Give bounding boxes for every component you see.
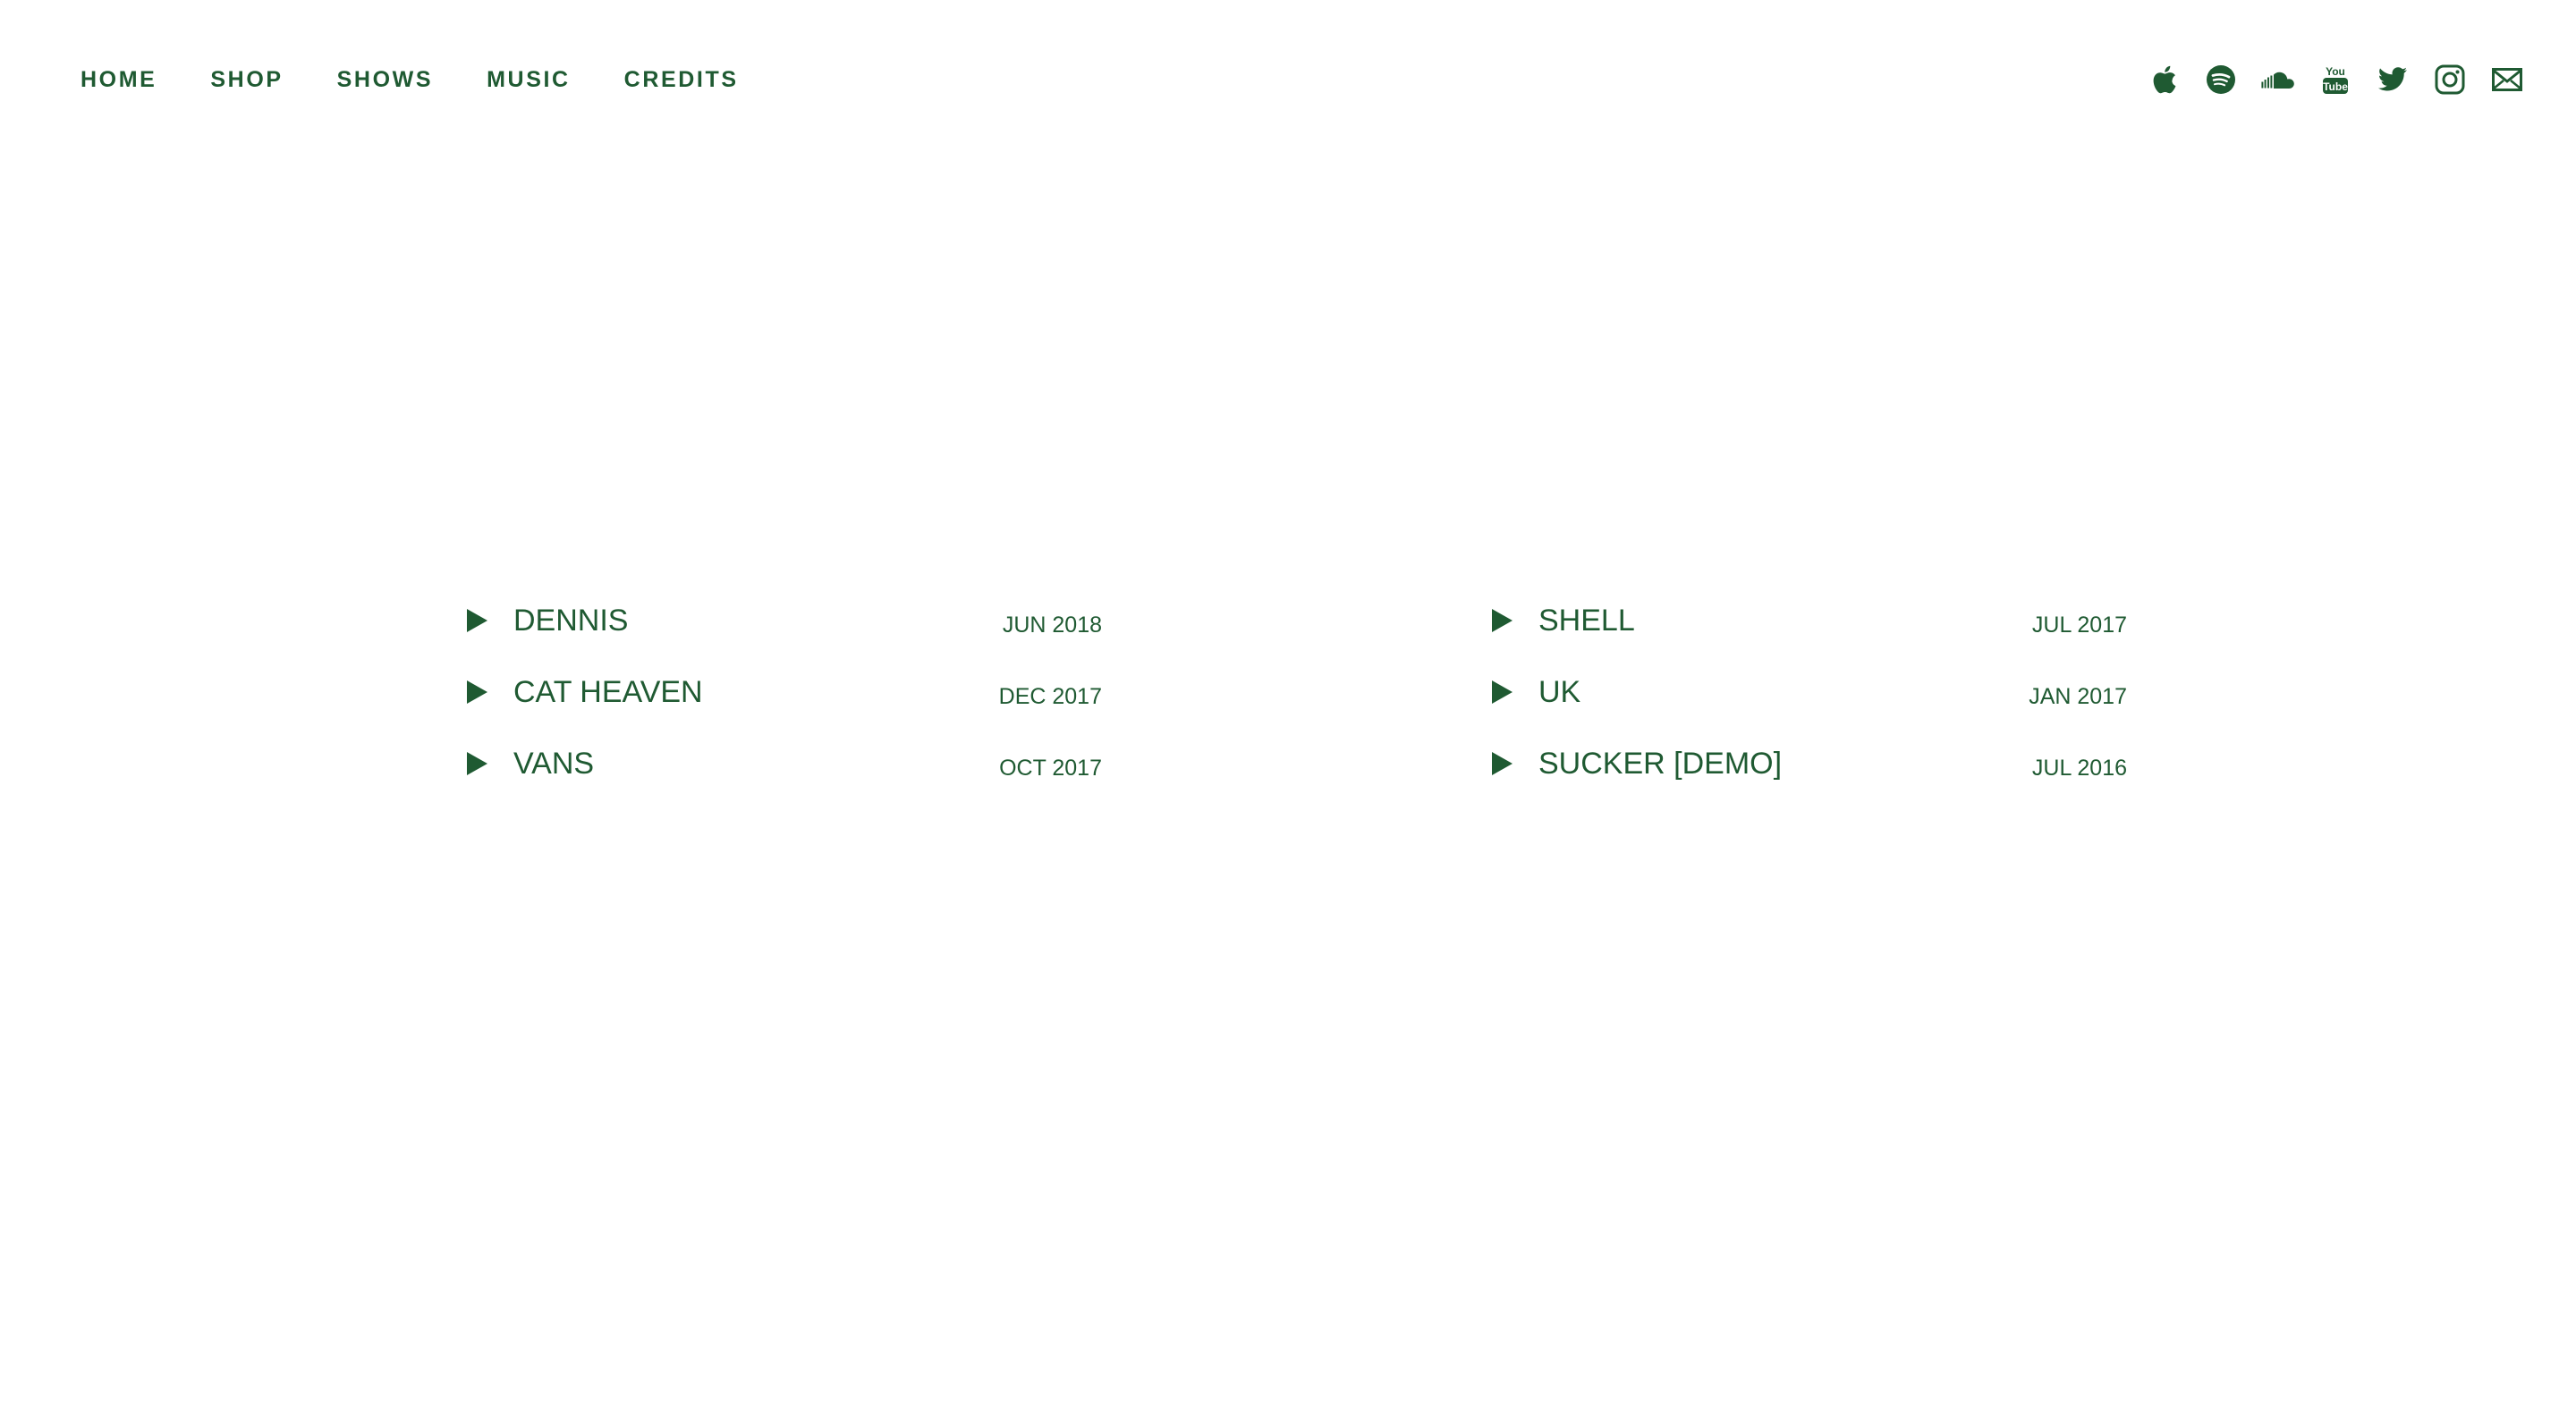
play-icon[interactable] [465,680,488,705]
track-row[interactable]: DENNIS JUN 2018 [465,597,1102,669]
play-icon[interactable] [1490,608,1513,633]
nav-shows-link[interactable]: SHOWS [337,66,433,93]
play-icon[interactable] [465,751,488,776]
track-title[interactable]: VANS [513,746,594,782]
play-icon[interactable] [465,608,488,633]
track-row[interactable]: SUCKER [DEMO] JUL 2016 [1490,740,2127,812]
track-list-right: SHELL JUL 2017 UK JAN 2017 SUCKER [DEMO]… [1490,597,2127,812]
track-date: OCT 2017 [999,756,1102,781]
twitter-icon[interactable] [2372,59,2413,100]
svg-text:Tube: Tube [2323,80,2348,93]
social-links: You Tube [2127,59,2528,100]
track-title[interactable]: CAT HEAVEN [513,674,703,710]
nav-shop-link[interactable]: SHOP [210,66,283,93]
soundcloud-icon[interactable] [2258,59,2299,100]
track-row[interactable]: SHELL JUL 2017 [1490,597,2127,669]
track-date: JUL 2016 [2031,756,2127,781]
main-nav: HOME SHOP SHOWS MUSIC CREDITS [80,66,792,93]
youtube-icon[interactable]: You Tube [2315,59,2356,100]
track-title[interactable]: SHELL [1538,603,1635,638]
track-date: JAN 2017 [2029,684,2127,709]
track-date: JUN 2018 [1002,613,1102,638]
mail-icon[interactable] [2487,59,2528,100]
instagram-icon[interactable] [2429,59,2470,100]
track-date: JUL 2017 [2031,613,2127,638]
track-row[interactable]: CAT HEAVEN DEC 2017 [465,669,1102,740]
play-icon[interactable] [1490,680,1513,705]
track-row[interactable]: UK JAN 2017 [1490,669,2127,740]
track-date: DEC 2017 [998,684,1102,709]
svg-text:You: You [2326,65,2345,78]
nav-credits-link[interactable]: CREDITS [624,66,739,93]
page: HOME SHOP SHOWS MUSIC CREDITS You Tube D… [0,0,2576,1411]
nav-home-link[interactable]: HOME [80,66,157,93]
track-title[interactable]: SUCKER [DEMO] [1538,746,1782,782]
spotify-icon[interactable] [2200,59,2241,100]
play-icon[interactable] [1490,751,1513,776]
apple-music-icon[interactable] [2143,59,2184,100]
track-list-left: DENNIS JUN 2018 CAT HEAVEN DEC 2017 VANS… [465,597,1102,812]
track-title[interactable]: DENNIS [513,603,628,638]
track-row[interactable]: VANS OCT 2017 [465,740,1102,812]
track-title[interactable]: UK [1538,674,1580,710]
nav-music-link[interactable]: MUSIC [487,66,571,93]
